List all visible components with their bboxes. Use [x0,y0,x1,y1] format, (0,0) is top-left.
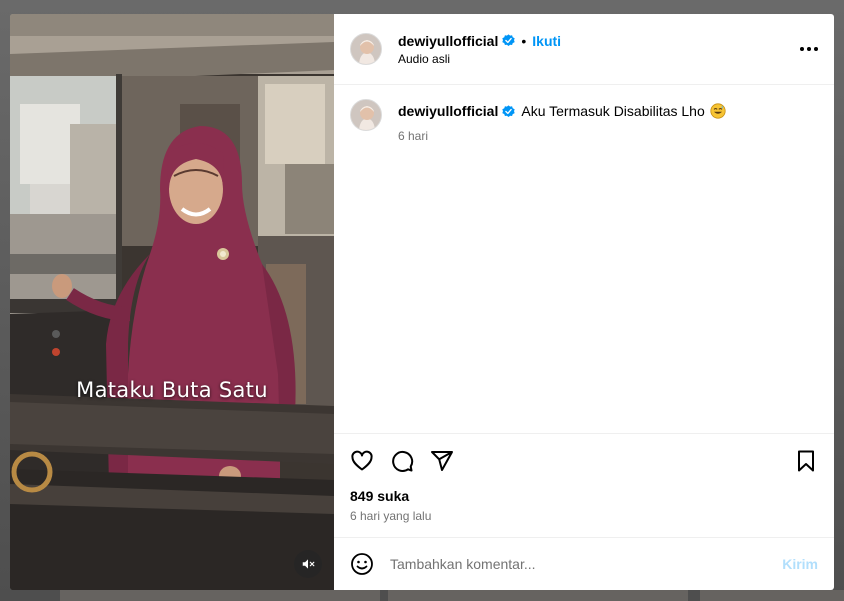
comment-input[interactable] [390,556,783,572]
verified-badge-icon [502,34,516,47]
caption-author-avatar[interactable] [350,99,382,131]
follow-button[interactable]: Ikuti [532,33,561,49]
author-username[interactable]: dewiyullofficial [398,33,498,49]
post-side-panel: dewiyullofficial • Ikuti Audio asli dewi… [334,14,834,590]
background-post-thumbnail [60,590,380,601]
separator-dot: • [521,32,527,49]
post-header: dewiyullofficial • Ikuti Audio asli [334,14,834,85]
comment-composer: Kirim [334,537,834,590]
video-frame [10,14,334,590]
save-bookmark-icon[interactable] [794,449,818,473]
post-video[interactable]: Mataku Buta Satu [10,14,334,590]
post-timestamp: 6 hari yang lalu [350,509,432,523]
caption-age: 6 hari [398,129,429,143]
likes-count[interactable]: 849 suka [350,488,818,504]
grinning-face-with-sweat-emoji [710,103,726,119]
caption-text: Aku Termasuk Disabilitas Lho [521,103,705,119]
comment-bubble-icon[interactable] [390,449,414,473]
action-bar [350,446,818,476]
background-post-thumbnail [700,590,844,601]
share-paper-plane-icon[interactable] [430,449,454,473]
background-post-thumbnail [388,590,688,601]
more-options-icon[interactable] [792,39,818,59]
verified-badge-icon [502,104,516,118]
post-caption: dewiyullofficial Aku Termasuk Disabilita… [350,99,818,143]
comments-section: dewiyullofficial Aku Termasuk Disabilita… [334,85,834,433]
mute-toggle-button[interactable] [294,550,322,578]
post-modal: Mataku Buta Satu dewiyullofficial • Ikut… [10,14,834,590]
muted-speaker-icon [301,557,315,571]
post-comment-button[interactable]: Kirim [782,556,818,572]
original-audio-link[interactable]: Audio asli [398,52,561,66]
actions-section: 849 suka 6 hari yang lalu [334,433,834,523]
video-caption-overlay: Mataku Buta Satu [76,378,268,402]
author-avatar[interactable] [350,33,382,65]
like-heart-icon[interactable] [350,449,374,473]
emoji-picker-icon[interactable] [350,552,374,576]
caption-username[interactable]: dewiyullofficial [398,103,498,119]
